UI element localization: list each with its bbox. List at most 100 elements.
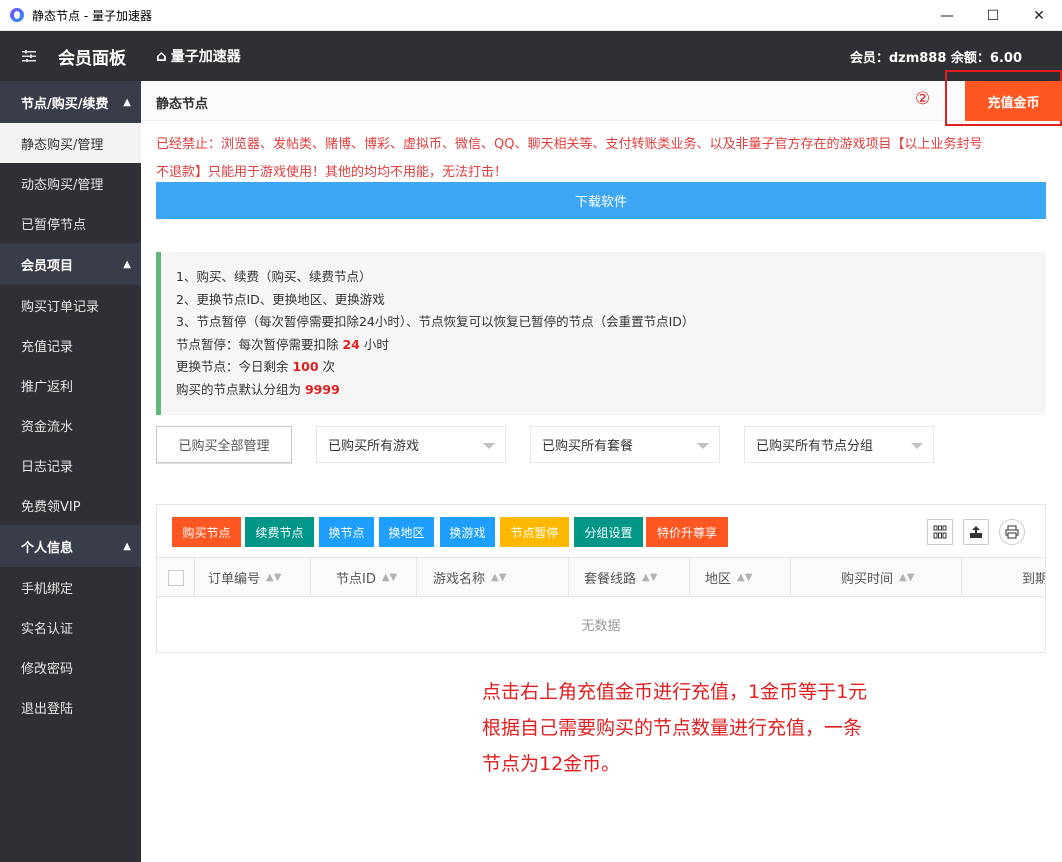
- header-cell-region[interactable]: 地区 ▲▼: [690, 558, 791, 596]
- header-cell-game[interactable]: 游戏名称 ▲▼: [417, 558, 569, 596]
- caret-up-icon: ▲: [123, 96, 131, 108]
- game-select[interactable]: 已购买所有游戏: [316, 426, 506, 463]
- sidebar-item-phone[interactable]: 手机绑定: [0, 567, 141, 607]
- page-header: 静态节点 ② 充值金币: [141, 70, 1062, 126]
- sidebar-item-logout[interactable]: 退出登陆: [0, 687, 141, 727]
- column-label: 地区: [705, 572, 732, 587]
- recharge-button[interactable]: 充值金币: [965, 81, 1062, 121]
- minimize-button[interactable]: —: [924, 0, 970, 31]
- sidebar-item-referral[interactable]: 推广返利: [0, 365, 141, 405]
- header-cell-order-id[interactable]: 订单编号 ▲▼: [195, 558, 311, 596]
- table-toolbar: 购买节点 续费节点 换节点 换地区 换游戏 节点暂停 分组设置 特价升尊享: [157, 505, 1045, 558]
- home-icon: ⌂: [156, 47, 167, 65]
- notice-text: 节点暂停：每次暂停需要扣除: [176, 336, 343, 352]
- export-icon[interactable]: [963, 519, 989, 545]
- notice-text: 小时: [359, 336, 389, 352]
- column-label: 节点ID: [336, 572, 376, 587]
- sidebar-item-free-vip[interactable]: 免费领VIP: [0, 485, 141, 525]
- select-value: 已购买所有节点分组: [756, 439, 874, 454]
- notice-line: 节点暂停：每次暂停需要扣除 24 小时: [176, 334, 1046, 357]
- header-cell-package[interactable]: 套餐线路 ▲▼: [569, 558, 690, 596]
- columns-filter-icon[interactable]: [927, 519, 953, 545]
- table-tool-icons: [927, 519, 1025, 545]
- sidebar-group-member[interactable]: 会员项目 ▲: [0, 243, 141, 285]
- sidebar-item-static-nodes[interactable]: 静态购买/管理: [0, 123, 141, 163]
- sort-icon: ▲▼: [899, 572, 915, 583]
- header-cell-expiry[interactable]: 到期: [962, 558, 1045, 596]
- sort-icon: ▲▼: [381, 572, 398, 583]
- notice-line: 3、节点暂停（每次暂停需要扣除24小时）、节点恢复可以恢复已暂停的节点（会重置节…: [176, 314, 695, 329]
- home-link[interactable]: ⌂ 量子加速器: [156, 46, 241, 66]
- main-content: 静态节点 ② 充值金币 已经禁止：浏览器、发帖类、赌博、博彩、虚拟币、微信、QQ…: [141, 70, 1062, 862]
- notice-line: 1、购买、续费（购买、续费节点）: [176, 269, 372, 284]
- annotation-line: 节点为12金币。: [482, 753, 621, 775]
- column-label: 套餐线路: [584, 572, 637, 587]
- sidebar-item-dynamic-nodes[interactable]: 动态购买/管理: [0, 163, 141, 203]
- group-select[interactable]: 已购买所有节点分组: [744, 426, 934, 463]
- banned-notice: 已经禁止：浏览器、发帖类、赌博、博彩、虚拟币、微信、QQ、聊天相关等、支付转账类…: [156, 134, 1056, 178]
- notice-text: 次: [318, 359, 336, 374]
- column-label: 订单编号: [208, 572, 261, 587]
- menu-toggle-icon[interactable]: [0, 50, 58, 62]
- window-title: 静态节点 - 量子加速器: [32, 8, 152, 23]
- sidebar-item-realname[interactable]: 实名认证: [0, 607, 141, 647]
- pause-node-button[interactable]: 节点暂停: [500, 517, 569, 547]
- buy-node-button[interactable]: 购买节点: [172, 517, 241, 547]
- sidebar-group-nodes[interactable]: 节点/购买/续费 ▲: [0, 81, 141, 123]
- select-value: 已购买所有套餐: [542, 439, 634, 454]
- sidebar: 节点/购买/续费 ▲ 静态购买/管理 动态购买/管理 已暂停节点 会员项目 ▲ …: [0, 81, 141, 862]
- header-cell-node-id[interactable]: 节点ID ▲▼: [311, 558, 417, 596]
- dropdown-arrow-icon: [483, 443, 495, 449]
- nodes-table: 购买节点 续费节点 换节点 换地区 换游戏 节点暂停 分组设置 特价升尊享 订单…: [156, 504, 1046, 653]
- remaining-changes: 100: [292, 359, 319, 374]
- empty-state: 无数据: [581, 619, 621, 634]
- sidebar-item-recharge-records[interactable]: 充值记录: [0, 325, 141, 365]
- brand-title: 会员面板: [58, 48, 126, 69]
- page-title: 静态节点: [156, 97, 209, 112]
- sort-icon: ▲▼: [266, 572, 282, 583]
- dropdown-arrow-icon: [911, 443, 923, 449]
- column-label: 到期: [1022, 572, 1045, 587]
- sidebar-item-orders[interactable]: 购买订单记录: [0, 285, 141, 325]
- caret-up-icon: ▲: [123, 258, 131, 270]
- instruction-annotation: 点击右上角充值金币进行充值，1金币等于1元 根据自己需要购买的节点数量进行充值，…: [482, 674, 942, 782]
- manage-all-button[interactable]: 已购买全部管理: [156, 426, 292, 463]
- home-label: 量子加速器: [170, 49, 241, 65]
- step-marker: ②: [915, 89, 931, 109]
- filter-row: 已购买全部管理 已购买所有游戏 已购买所有套餐 已购买所有节点分组: [156, 426, 934, 463]
- package-select[interactable]: 已购买所有套餐: [530, 426, 720, 463]
- close-button[interactable]: ✕: [1016, 0, 1062, 31]
- column-label: 购买时间: [841, 572, 894, 587]
- pause-hours: 24: [342, 336, 360, 352]
- notice-line: 购买的节点默认分组为 9999: [176, 379, 1046, 402]
- banned-line-1: 已经禁止：浏览器、发帖类、赌博、博彩、虚拟币、微信、QQ、聊天相关等、支付转账类…: [156, 137, 983, 152]
- dropdown-arrow-icon: [697, 443, 709, 449]
- sidebar-group-personal[interactable]: 个人信息 ▲: [0, 525, 141, 567]
- top-header: 会员面板 ⌂ 量子加速器 会员：dzm888 余额：6.00: [0, 31, 1062, 81]
- download-software-button[interactable]: 下载软件: [156, 182, 1046, 219]
- sidebar-item-paused-nodes[interactable]: 已暂停节点: [0, 203, 141, 243]
- header-cell-checkbox: [157, 558, 195, 596]
- change-region-button[interactable]: 换地区: [379, 517, 434, 547]
- renew-node-button[interactable]: 续费节点: [245, 517, 314, 547]
- sidebar-item-password[interactable]: 修改密码: [0, 647, 141, 687]
- sidebar-item-logs[interactable]: 日志记录: [0, 445, 141, 485]
- group-settings-button[interactable]: 分组设置: [574, 517, 643, 547]
- app-logo-icon: [10, 8, 24, 22]
- annotation-line: 根据自己需要购买的节点数量进行充值，一条: [482, 717, 863, 739]
- sidebar-group-label: 节点/购买/续费: [21, 96, 109, 112]
- print-icon[interactable]: [999, 519, 1025, 545]
- maximize-button[interactable]: ☐: [970, 0, 1016, 31]
- banned-line-2: 不退款】只能用于游戏使用！其他的均均不用能，无法打击！: [156, 165, 508, 178]
- change-game-button[interactable]: 换游戏: [440, 517, 495, 547]
- sidebar-item-funds[interactable]: 资金流水: [0, 405, 141, 445]
- window-titlebar: 静态节点 - 量子加速器 — ☐ ✕: [0, 0, 1062, 31]
- notice-text: 购买的节点默认分组为: [176, 381, 305, 397]
- change-node-button[interactable]: 换节点: [319, 517, 374, 547]
- notice-line: 更换节点：今日剩余 100 次: [176, 356, 1046, 379]
- upgrade-premium-button[interactable]: 特价升尊享: [646, 517, 728, 547]
- select-all-checkbox[interactable]: [167, 569, 184, 586]
- member-balance: 会员：dzm888 余额：6.00: [849, 50, 1022, 66]
- header-cell-purchase-time[interactable]: 购买时间 ▲▼: [791, 558, 962, 596]
- column-label: 游戏名称: [433, 572, 486, 587]
